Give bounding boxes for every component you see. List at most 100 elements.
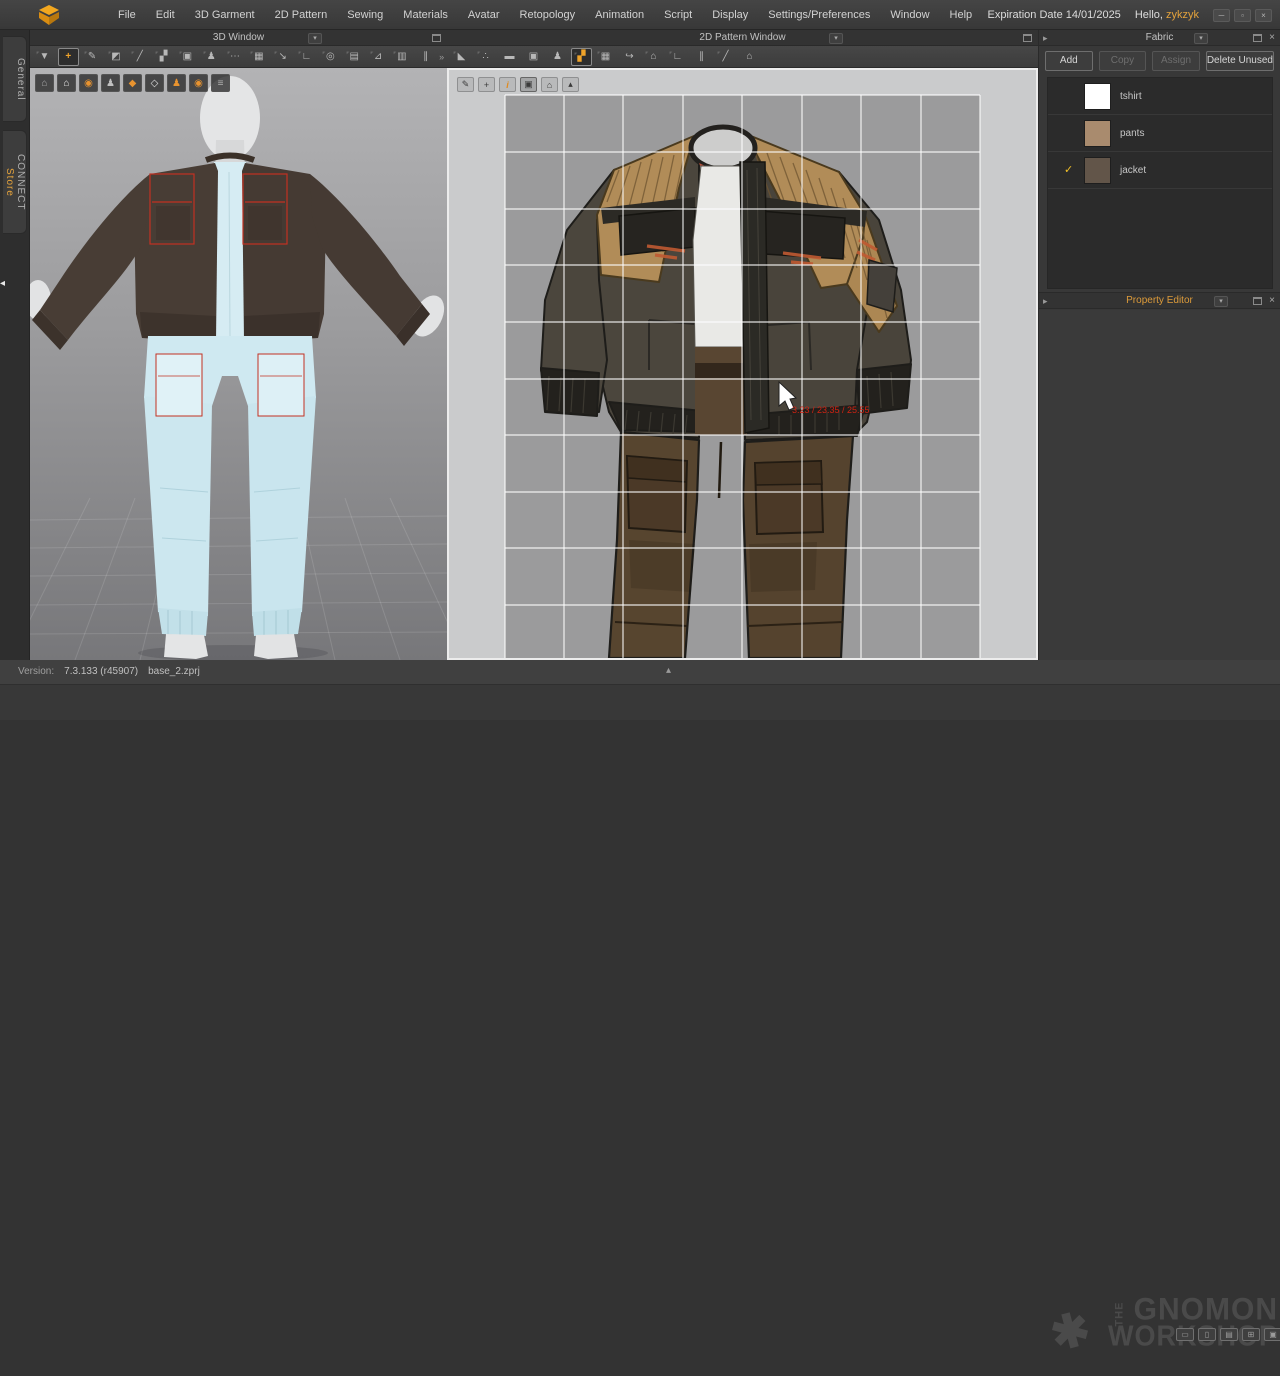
steam-brush-icon[interactable]: ≡ [211,74,230,92]
show-garment-white-icon[interactable]: ⌂ [57,74,76,92]
show-texture-icon[interactable]: ▣ [520,77,537,92]
2d-window-undock-icon[interactable] [1023,34,1032,42]
rectangle-pattern-icon[interactable]: ▬ [499,48,520,66]
fabric-undock-icon[interactable] [1253,34,1262,42]
menu-animation[interactable]: Animation [585,0,654,30]
menubar: File Edit 3D Garment 2D Pattern Sewing M… [0,0,1280,30]
sewing-2d-icon[interactable]: ⌂ [643,48,664,66]
3d-window-header[interactable]: 3D Window ▾ [30,30,447,46]
show-bounding-sphere-icon[interactable]: ◉ [189,74,208,92]
3d-viewport[interactable]: ⌂ ⌂ ◉ ♟ ◆ ◇ ♟ ◉ ≡ [30,68,447,660]
edit-pattern-icon[interactable]: ∴ [475,48,496,66]
trace-pattern-icon[interactable]: ♟ [547,48,568,66]
menu-settings-preferences[interactable]: Settings/Preferences [758,0,880,30]
timeline-expand-icon[interactable]: ▴ [666,665,671,676]
edit-texture-icon[interactable]: ▞ [571,48,592,66]
username-link[interactable]: zykzyk [1166,9,1199,21]
pen-3d-icon[interactable]: ✎ [82,48,103,66]
fabric-close-icon[interactable]: × [1269,32,1275,44]
simulate-icon[interactable]: ▼ [34,48,55,66]
hanger-tool-icon[interactable]: ▥ [391,48,412,66]
flatten-tool-icon[interactable]: ⊿ [368,48,389,66]
fabric-dropdown-icon[interactable]: ▾ [1194,33,1208,44]
fabric-row-tshirt[interactable]: tshirt [1048,78,1272,115]
3d-window-undock-icon[interactable] [432,34,441,42]
show-avatar-skin-icon[interactable]: ♟ [167,74,186,92]
property-close-icon[interactable]: × [1269,295,1275,307]
fabric-row-pants[interactable]: pants [1048,115,1272,152]
layout-quad-icon[interactable]: ⊞ [1242,1328,1260,1341]
show-avatar-icon[interactable]: ♟ [101,74,120,92]
restore-button[interactable]: ▫ [1234,9,1251,22]
tab-general[interactable]: General [3,36,27,122]
transform-pattern-icon[interactable]: ◣ [451,48,472,66]
layout-split-icon[interactable]: ▯ [1198,1328,1216,1341]
menu-3d-garment[interactable]: 3D Garment [185,0,265,30]
sewing-3d-icon[interactable]: ╱ [129,48,150,66]
2d-window-header[interactable]: 2D Pattern Window ▾ [447,30,1038,46]
3d-window-dropdown-icon[interactable]: ▾ [308,33,322,44]
show-garment-shaded-icon[interactable]: ⌂ [35,74,54,92]
toolbar-overflow-icon[interactable]: » [439,52,444,62]
steam-iron-icon[interactable]: ▴ [562,77,579,92]
lock-garment-icon[interactable]: ⌂ [541,77,558,92]
menu-display[interactable]: Display [702,0,758,30]
menu-window[interactable]: Window [880,0,939,30]
menu-materials[interactable]: Materials [393,0,458,30]
fitting-tool-icon[interactable]: ◎ [320,48,341,66]
selected-check-icon: ✓ [1064,152,1073,189]
2d-window-dropdown-icon[interactable]: ▾ [829,33,843,44]
2d-canvas[interactable]: 3.23 / 23.35 / 25.55 ✎ + i ▣ ⌂ ▴ [449,70,1036,658]
property-editor-header[interactable]: ▸ Property Editor ▾ × [1039,292,1280,309]
menu-avatar[interactable]: Avatar [458,0,510,30]
show-fabric-fold-icon[interactable]: ◆ [123,74,142,92]
pen-2d-icon[interactable]: ╱ [715,48,736,66]
boot-tool-icon[interactable]: ∟ [667,48,688,66]
show-pattern-icon[interactable]: ◇ [145,74,164,92]
fold-arrangement-icon[interactable]: ▞ [153,48,174,66]
fabric-add-button[interactable]: Add [1045,51,1093,71]
layout-single-icon[interactable]: ▭ [1176,1328,1194,1341]
pleats-tool-icon[interactable]: ∥ [691,48,712,66]
menu-help[interactable]: Help [940,0,983,30]
avatar-fit-icon[interactable]: ♟ [201,48,222,66]
tab-connect-store[interactable]: CONNECT Store [3,130,27,234]
show-garment-2d-icon[interactable]: ⌂ [739,48,760,66]
version-info: Version:7.3.133 (r45907)base_2.zprj [18,666,200,677]
fabric-panel-header[interactable]: ▸ Fabric ▾ × [1039,30,1280,46]
select-move-icon[interactable]: + [58,48,79,66]
fabric-copy-button[interactable]: Copy [1099,51,1147,71]
rail-collapse-arrow-icon[interactable]: ◂ [0,278,5,289]
property-undock-icon[interactable] [1253,297,1262,305]
arrangement-grid-icon[interactable]: ▦ [248,48,269,66]
pattern-book-icon[interactable]: ▤ [344,48,365,66]
pin-tool-icon[interactable]: ↘ [272,48,293,66]
grain-grid-icon[interactable]: ▦ [595,48,616,66]
shoe-tool-icon[interactable]: ∟ [296,48,317,66]
layout-with-list-icon[interactable]: ▤ [1220,1328,1238,1341]
show-mesh-icon[interactable]: ◉ [79,74,98,92]
move-pattern-icon[interactable]: ▣ [177,48,198,66]
curve-tool-icon[interactable]: ↪ [619,48,640,66]
menu-sewing[interactable]: Sewing [337,0,393,30]
inner-rectangle-icon[interactable]: ▣ [523,48,544,66]
fabric-row-jacket[interactable]: ✓ jacket [1048,152,1272,189]
fabric-delete-unused-button[interactable]: Delete Unused [1206,51,1274,71]
property-dropdown-icon[interactable]: ▾ [1214,296,1228,307]
info-toggle-icon[interactable]: i [499,77,516,92]
menu-2d-pattern[interactable]: 2D Pattern [265,0,338,30]
select-garment-icon[interactable]: + [478,77,495,92]
close-button[interactable]: × [1255,9,1272,22]
minimize-button[interactable]: ─ [1213,9,1230,22]
fabric-assign-button[interactable]: Assign [1152,51,1200,71]
menu-edit[interactable]: Edit [146,0,185,30]
select-mesh-icon[interactable]: ◩ [106,48,127,66]
menu-file[interactable]: File [108,0,146,30]
gnomon-gear-icon: ✱ [1046,1306,1094,1357]
symmetry-tool-icon[interactable]: ∥ [415,48,436,66]
brush-tool-icon[interactable]: ✎ [457,77,474,92]
menu-script[interactable]: Script [654,0,702,30]
layout-custom-icon[interactable]: ▣ [1264,1328,1280,1341]
tape-measure-icon[interactable]: ⋯ [225,48,246,66]
menu-retopology[interactable]: Retopology [510,0,586,30]
